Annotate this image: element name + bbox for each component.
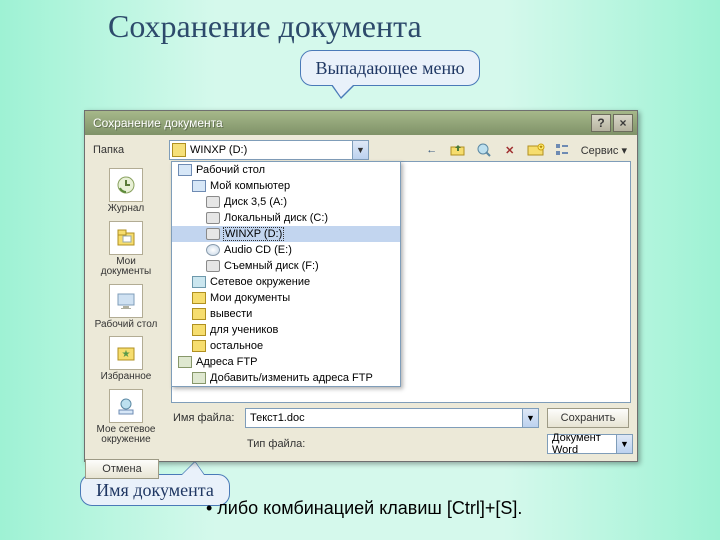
globe-search-icon [476,142,492,158]
desktop-icon [109,284,143,318]
dropdown-item[interactable]: Локальный диск (C:) [172,210,400,226]
arrow-left-icon: ← [426,144,437,156]
ftp-icon [178,356,192,368]
dropdown-item[interactable]: Сетевое окружение [172,274,400,290]
up-button[interactable] [447,140,469,160]
dropdown-item[interactable]: вывести [172,306,400,322]
disk-icon [206,212,220,224]
svg-text:★: ★ [122,349,131,360]
dropdown-label: Мой компьютер [210,180,290,192]
filetype-combo[interactable]: Документ Word ▼ [547,434,633,454]
places-history[interactable]: Журнал [90,165,162,218]
dropdown-label: WINXP (D:) [223,227,284,241]
dropdown-item[interactable]: Диск 3,5 (A:) [172,194,400,210]
dropdown-label: вывести [210,308,252,320]
chevron-down-icon[interactable]: ▼ [352,141,368,159]
cancel-button[interactable]: Отмена [85,459,159,479]
dropdown-item[interactable]: Съемный диск (F:) [172,258,400,274]
disk-icon [206,228,220,240]
dropdown-item[interactable]: Адреса FTP [172,354,400,370]
folder-up-icon [450,143,466,157]
x-icon: ✕ [505,144,514,157]
dropdown-item[interactable]: остальное [172,338,400,354]
views-icon [555,143,569,157]
disk-icon [206,260,220,272]
tools-label: Сервис [581,145,619,157]
views-button[interactable] [551,140,573,160]
ftp-icon [192,372,206,384]
bullet-text: • либо комбинацией клавиш [Ctrl]+[S]. [206,498,522,519]
places-label: Мои документы [90,257,162,278]
drive-icon [172,143,186,157]
file-list-panel[interactable]: Рабочий стол Мой компьютер Диск 3,5 (A:) Ло… [171,161,631,403]
filetype-label: Тип файла: [245,438,543,450]
slide-title: Сохранение документа [108,8,422,45]
dropdown-label: Рабочий стол [196,164,265,176]
dropdown-label: Локальный диск (C:) [224,212,328,224]
close-button[interactable]: × [613,114,633,132]
dialog-toolbar: Папка WINXP (D:) ▼ ← ✕ ✦ Сервис ▾ [85,135,637,161]
mydocs-icon [109,221,143,255]
dropdown-label: Сетевое окружение [210,276,310,288]
folder-value: WINXP (D:) [190,144,247,156]
chevron-down-icon: ▾ [621,145,627,157]
cd-icon [206,244,220,256]
places-desktop[interactable]: Рабочий стол [90,281,162,334]
folder-icon [192,292,206,304]
dropdown-label: Съемный диск (F:) [224,260,319,272]
dropdown-label: Audio CD (E:) [224,244,292,256]
history-icon [109,168,143,202]
dropdown-item[interactable]: Audio CD (E:) [172,242,400,258]
dropdown-item[interactable]: Добавить/изменить адреса FTP [172,370,400,386]
tools-menu[interactable]: Сервис ▾ [577,144,631,157]
dialog-titlebar: Сохранение документа ? × [85,111,637,135]
web-button[interactable] [473,140,495,160]
dropdown-label: Адреса FTP [196,356,257,368]
new-folder-icon: ✦ [527,143,545,157]
dropdown-label: Добавить/изменить адреса FTP [210,372,373,384]
callout-dropdown-menu: Выпадающее меню [300,50,480,86]
places-label: Избранное [101,372,152,383]
filename-value: Текст1.doc [250,412,305,424]
callout-text: Имя документа [96,480,214,501]
places-bar: Журнал Мои документы Рабочий стол ★ Избранно… [85,161,167,407]
chevron-down-icon[interactable]: ▼ [616,435,632,453]
help-button[interactable]: ? [591,114,611,132]
dropdown-item[interactable]: WINXP (D:) [172,226,400,242]
folder-icon [192,308,206,320]
filename-label: Имя файла: [171,412,241,424]
dropdown-label: для учеников [210,324,278,336]
comp-icon [178,164,192,176]
folder-label: Папка [91,144,165,156]
places-mydocs[interactable]: Мои документы [90,218,162,281]
places-label: Журнал [108,204,145,215]
dropdown-item[interactable]: для учеников [172,322,400,338]
chevron-down-icon[interactable]: ▼ [522,409,538,427]
new-folder-button[interactable]: ✦ [525,140,547,160]
save-button[interactable]: Сохранить [547,408,629,428]
filename-input[interactable]: Текст1.doc ▼ [245,408,539,428]
places-favorites[interactable]: ★ Избранное [90,333,162,386]
places-label: Рабочий стол [95,320,158,331]
folder-icon [192,324,206,336]
folder-dropdown[interactable]: Рабочий стол Мой компьютер Диск 3,5 (A:) Ло… [171,161,401,387]
dropdown-label: остальное [210,340,263,352]
dropdown-label: Диск 3,5 (A:) [224,196,287,208]
comp-icon [192,180,206,192]
svg-text:✦: ✦ [538,144,543,151]
callout-text: Выпадающее меню [315,58,464,79]
back-button[interactable]: ← [421,140,443,160]
favorites-icon: ★ [109,336,143,370]
dropdown-item[interactable]: Мои документы [172,290,400,306]
save-dialog: Сохранение документа ? × Папка WINXP (D:… [84,110,638,462]
dropdown-item[interactable]: Мой компьютер [172,178,400,194]
folder-icon [192,340,206,352]
dropdown-item[interactable]: Рабочий стол [172,162,400,178]
delete-button[interactable]: ✕ [499,140,521,160]
net-icon [192,276,206,288]
dialog-title: Сохранение документа [89,116,589,130]
disk-icon [206,196,220,208]
folder-combo[interactable]: WINXP (D:) ▼ [169,140,369,160]
dropdown-label: Мои документы [210,292,290,304]
